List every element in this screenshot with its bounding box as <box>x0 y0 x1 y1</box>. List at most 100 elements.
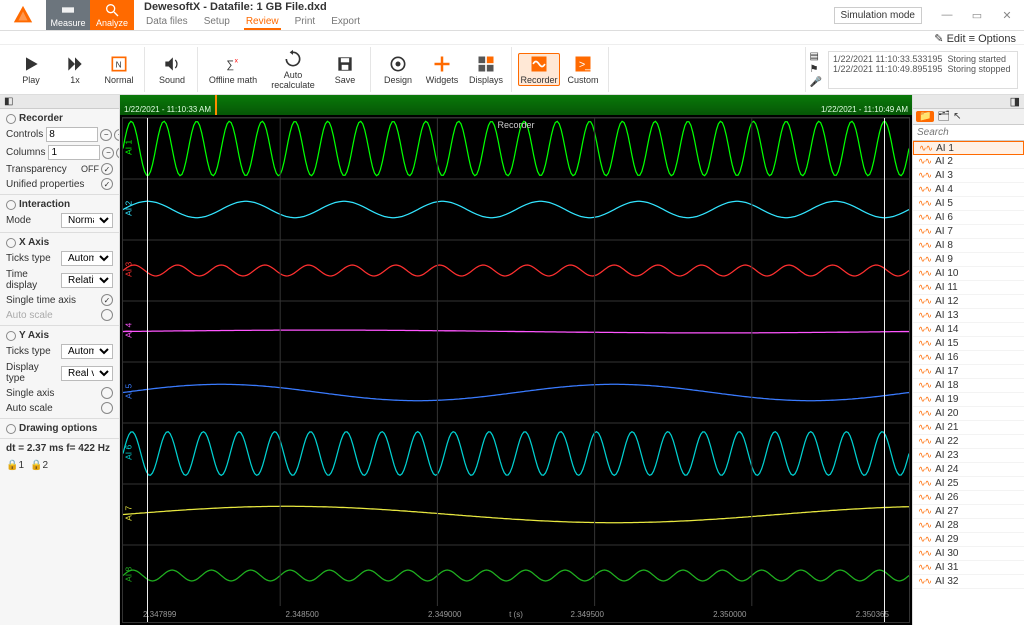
xaxis-section-header[interactable]: X Axis <box>6 237 113 248</box>
channel-item[interactable]: ∿∿AI 6 <box>913 211 1024 225</box>
tab-print[interactable]: Print <box>293 15 318 30</box>
displaytype-select[interactable]: Real value <box>61 366 113 381</box>
singletime-toggle[interactable] <box>101 294 113 306</box>
tab-review[interactable]: Review <box>244 15 281 30</box>
tab-export[interactable]: Export <box>329 15 362 30</box>
search-input[interactable] <box>913 125 1024 140</box>
cursor-left[interactable] <box>147 118 148 622</box>
channel-item[interactable]: ∿∿AI 19 <box>913 393 1024 407</box>
timedisplay-select[interactable]: Relative <box>61 273 113 288</box>
controls-input[interactable] <box>46 127 98 142</box>
channel-item[interactable]: ∿∿AI 3 <box>913 169 1024 183</box>
channel-item[interactable]: ∿∿AI 31 <box>913 561 1024 575</box>
channel-item[interactable]: ∿∿AI 27 <box>913 505 1024 519</box>
minimize-button[interactable]: — <box>936 9 958 21</box>
channel-item[interactable]: ∿∿AI 12 <box>913 295 1024 309</box>
speed-button[interactable]: 1x <box>54 54 96 86</box>
transparency-toggle[interactable] <box>101 163 113 175</box>
measure-mode-button[interactable]: Measure <box>46 0 90 30</box>
unified-toggle[interactable] <box>101 178 113 190</box>
displays-button[interactable]: Displays <box>465 54 507 86</box>
mode-select[interactable]: Normal <box>61 213 113 228</box>
channel-item[interactable]: ∿∿AI 21 <box>913 421 1024 435</box>
interaction-section-header[interactable]: Interaction <box>6 199 113 210</box>
tab-datafiles[interactable]: Data files <box>144 15 190 30</box>
channel-item[interactable]: ∿∿AI 9 <box>913 253 1024 267</box>
channel-label: AI 7 <box>935 226 953 237</box>
channel-item[interactable]: ∿∿AI 7 <box>913 225 1024 239</box>
cursor-right[interactable] <box>884 118 885 622</box>
yticks-select[interactable]: Automatic <box>61 344 113 359</box>
xticks-select[interactable]: Automatic <box>61 251 113 266</box>
channel-item[interactable]: ∿∿AI 32 <box>913 575 1024 589</box>
sound-button[interactable]: Sound <box>151 54 193 86</box>
channel-item[interactable]: ∿∿AI 2 <box>913 155 1024 169</box>
pointer-icon[interactable]: ↖ <box>953 111 961 122</box>
channel-item[interactable]: ∿∿AI 29 <box>913 533 1024 547</box>
play-button[interactable]: Play <box>10 54 52 86</box>
controls-minus[interactable]: − <box>100 129 112 141</box>
channel-item[interactable]: ∿∿AI 23 <box>913 449 1024 463</box>
channel-item[interactable]: ∿∿AI 8 <box>913 239 1024 253</box>
channel-item[interactable]: ∿∿AI 20 <box>913 407 1024 421</box>
timebar-marker[interactable] <box>215 95 217 115</box>
svg-text:>_: >_ <box>579 59 592 71</box>
channel-item[interactable]: ∿∿AI 24 <box>913 463 1024 477</box>
recorder-plot[interactable]: Recorder AI 1AI 2AI 3AI 4AI 5AI 6AI 7AI … <box>122 117 910 623</box>
channel-item[interactable]: ∿∿AI 15 <box>913 337 1024 351</box>
channel-item[interactable]: ∿∿AI 11 <box>913 281 1024 295</box>
save-button[interactable]: Save <box>324 54 366 86</box>
edit-button[interactable]: ✎ Edit <box>934 33 965 45</box>
singleaxis-toggle[interactable] <box>101 387 113 399</box>
collapse-left-icon[interactable]: ◧ <box>4 96 13 107</box>
lock2[interactable]: 🔒2 <box>30 460 48 471</box>
channel-label: AI 1 <box>936 143 954 154</box>
mic-icon[interactable]: 🎤 <box>810 77 822 88</box>
simulation-badge: Simulation mode <box>834 7 922 24</box>
channel-item[interactable]: ∿∿AI 1 <box>913 141 1024 155</box>
collapse-right-icon[interactable]: ◨ <box>1010 96 1020 108</box>
channel-label: AI 28 <box>935 520 958 531</box>
flag-icon[interactable]: ⚑ <box>810 64 822 75</box>
offline-math-button[interactable]: ∑xOffline math <box>204 54 262 86</box>
channel-item[interactable]: ∿∿AI 10 <box>913 267 1024 281</box>
recorder-section-header[interactable]: Recorder <box>6 113 113 124</box>
lock1[interactable]: 🔒1 <box>6 460 24 471</box>
options-button[interactable]: ≡ Options <box>969 33 1016 45</box>
channel-label: AI 23 <box>935 450 958 461</box>
wave-icon: ∿∿ <box>918 156 931 167</box>
custom-button[interactable]: >_Custom <box>562 54 604 86</box>
channel-item[interactable]: ∿∿AI 13 <box>913 309 1024 323</box>
drawing-section-header[interactable]: Drawing options <box>6 423 113 434</box>
recorder-button[interactable]: Recorder <box>518 53 560 87</box>
auto-recalculate-button[interactable]: Auto recalculate <box>264 49 322 91</box>
autoscale-y-toggle[interactable] <box>101 402 113 414</box>
channel-item[interactable]: ∿∿AI 5 <box>913 197 1024 211</box>
channel-item[interactable]: ∿∿AI 18 <box>913 379 1024 393</box>
note-icon[interactable]: ▤ <box>810 51 822 62</box>
columns-minus[interactable]: − <box>102 147 114 159</box>
channel-item[interactable]: ∿∿AI 26 <box>913 491 1024 505</box>
svg-text:AI 6: AI 6 <box>123 444 133 459</box>
channel-item[interactable]: ∿∿AI 4 <box>913 183 1024 197</box>
channel-item[interactable]: ∿∿AI 30 <box>913 547 1024 561</box>
channel-item[interactable]: ∿∿AI 25 <box>913 477 1024 491</box>
channel-item[interactable]: ∿∿AI 16 <box>913 351 1024 365</box>
close-button[interactable]: ✕ <box>996 9 1018 22</box>
autoscale-x-toggle[interactable] <box>101 309 113 321</box>
columns-input[interactable] <box>48 145 100 160</box>
channel-item[interactable]: ∿∿AI 17 <box>913 365 1024 379</box>
tree-icon[interactable]: 🗂 <box>937 111 950 122</box>
normal-button[interactable]: NNormal <box>98 54 140 86</box>
channel-item[interactable]: ∿∿AI 22 <box>913 435 1024 449</box>
tab-setup[interactable]: Setup <box>202 15 232 30</box>
yaxis-section-header[interactable]: Y Axis <box>6 330 113 341</box>
folder-icon[interactable]: 📁 <box>916 111 934 122</box>
widgets-button[interactable]: Widgets <box>421 54 463 86</box>
time-overview-bar[interactable]: 1/22/2021 - 11:10:33 AM 1/22/2021 - 11:1… <box>120 95 912 115</box>
channel-item[interactable]: ∿∿AI 28 <box>913 519 1024 533</box>
channel-item[interactable]: ∿∿AI 14 <box>913 323 1024 337</box>
analyze-mode-button[interactable]: Analyze <box>90 0 134 30</box>
maximize-button[interactable]: ▭ <box>966 9 988 22</box>
design-button[interactable]: Design <box>377 54 419 86</box>
